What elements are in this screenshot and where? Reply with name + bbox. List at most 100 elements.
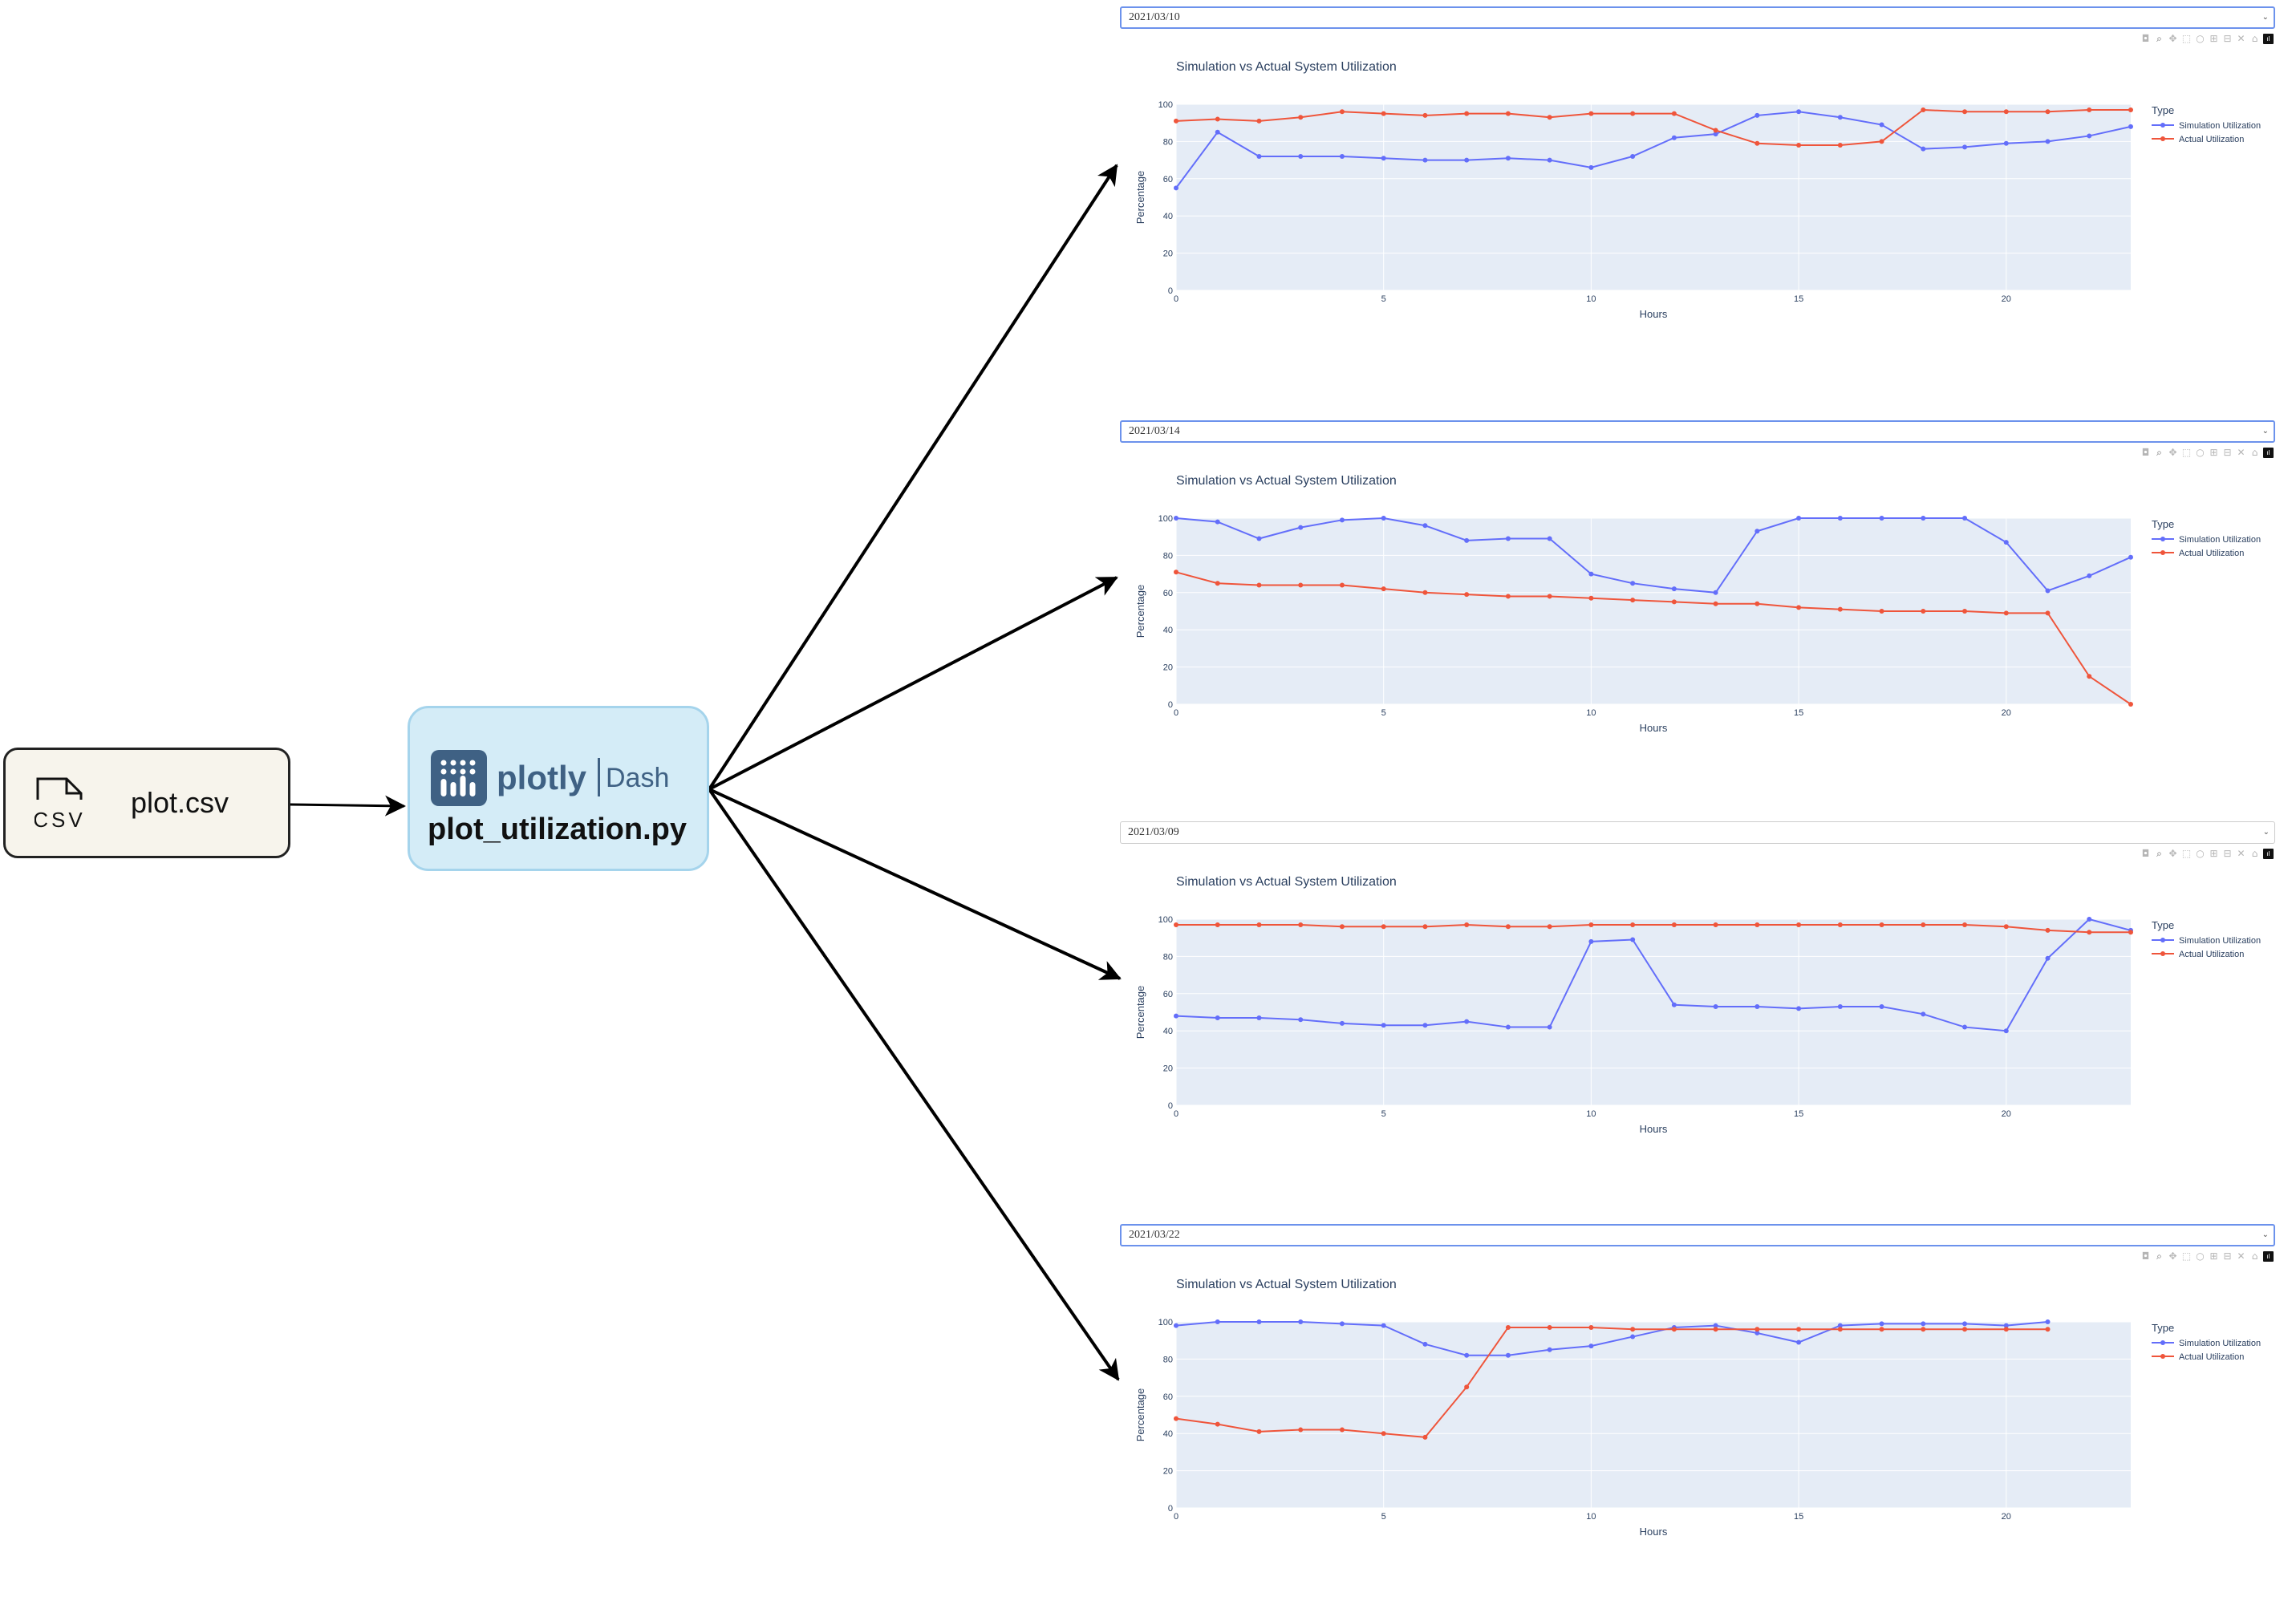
- plotly-logo-icon[interactable]: ıl: [2263, 34, 2274, 44]
- reset-axes-icon[interactable]: ⌂: [2249, 849, 2260, 859]
- data-point: [1256, 1319, 1262, 1324]
- zoom-out-icon[interactable]: ⊟: [2222, 34, 2233, 44]
- arrow-to-chart-4: [708, 788, 1120, 1381]
- data-point: [1796, 109, 1802, 115]
- data-point: [2003, 610, 2009, 616]
- x-tick-label: 20: [2002, 1109, 2011, 1119]
- legend-item-label[interactable]: Simulation Utilization: [2179, 121, 2261, 131]
- zoom-out-icon[interactable]: ⊟: [2222, 1251, 2233, 1262]
- y-tick-label: 40: [1163, 1429, 1173, 1439]
- data-point: [2045, 955, 2051, 961]
- data-point: [2087, 674, 2092, 679]
- data-point: [1547, 1024, 1552, 1030]
- zoom-in-icon[interactable]: ⊞: [2209, 448, 2219, 458]
- box-select-icon[interactable]: ⬚: [2181, 1251, 2192, 1262]
- data-point: [1921, 1011, 1926, 1017]
- pan-icon[interactable]: ✥: [2168, 448, 2178, 458]
- x-tick-label: 0: [1174, 1109, 1178, 1119]
- camera-icon[interactable]: ◘: [2140, 1251, 2151, 1262]
- date-dropdown[interactable]: 2021/03/14 ⌄: [1120, 420, 2275, 443]
- data-point: [1671, 1002, 1677, 1007]
- reset-axes-icon[interactable]: ⌂: [2249, 1251, 2260, 1262]
- legend-item-label[interactable]: Simulation Utilization: [2179, 936, 2261, 946]
- box-select-icon[interactable]: ⬚: [2181, 849, 2192, 859]
- autoscale-icon[interactable]: ✕: [2236, 849, 2246, 859]
- data-point: [1381, 924, 1386, 930]
- zoom-icon[interactable]: ⌕: [2154, 849, 2164, 859]
- box-select-icon[interactable]: ⬚: [2181, 34, 2192, 44]
- legend-item-label[interactable]: Actual Utilization: [2179, 135, 2244, 144]
- data-point: [1464, 922, 1470, 927]
- data-point: [1215, 1421, 1220, 1427]
- x-tick-label: 0: [1174, 294, 1178, 304]
- data-point: [1547, 924, 1552, 930]
- data-point: [1339, 1321, 1345, 1327]
- zoom-in-icon[interactable]: ⊞: [2209, 849, 2219, 859]
- x-tick-label: 20: [2002, 1512, 2011, 1522]
- data-point: [1422, 1434, 1428, 1440]
- lasso-icon[interactable]: ○: [2195, 849, 2205, 859]
- date-dropdown[interactable]: 2021/03/10 ⌄: [1120, 6, 2275, 29]
- zoom-out-icon[interactable]: ⊟: [2222, 448, 2233, 458]
- x-tick-label: 15: [1794, 1512, 1803, 1522]
- plotly-logo-icon[interactable]: ıl: [2263, 448, 2274, 458]
- data-point: [1464, 157, 1470, 163]
- zoom-icon[interactable]: ⌕: [2154, 448, 2164, 458]
- plotly-logo-icon[interactable]: ıl: [2263, 1251, 2274, 1262]
- camera-icon[interactable]: ◘: [2140, 849, 2151, 859]
- data-point: [1879, 609, 1884, 614]
- plot-area: [1176, 919, 2131, 1105]
- data-point: [2045, 139, 2051, 144]
- data-point: [1256, 582, 1262, 588]
- data-point: [2128, 107, 2133, 112]
- reset-axes-icon[interactable]: ⌂: [2249, 448, 2260, 458]
- legend-item-label[interactable]: Actual Utilization: [2179, 1352, 2244, 1362]
- box-select-icon[interactable]: ⬚: [2181, 448, 2192, 458]
- lasso-icon[interactable]: ○: [2195, 34, 2205, 44]
- autoscale-icon[interactable]: ✕: [2236, 34, 2246, 44]
- x-tick-label: 0: [1174, 708, 1178, 718]
- data-point: [1422, 157, 1428, 163]
- legend-item-label[interactable]: Actual Utilization: [2179, 549, 2244, 558]
- data-point: [1921, 922, 1926, 927]
- plotly-logo-icon[interactable]: ıl: [2263, 849, 2274, 859]
- legend-item-label[interactable]: Simulation Utilization: [2179, 1339, 2261, 1348]
- pan-icon[interactable]: ✥: [2168, 849, 2178, 859]
- date-dropdown[interactable]: 2021/03/22 ⌄: [1120, 1224, 2275, 1246]
- lasso-icon[interactable]: ○: [2195, 448, 2205, 458]
- plot-area: [1176, 518, 2131, 704]
- camera-icon[interactable]: ◘: [2140, 448, 2151, 458]
- data-point: [1339, 517, 1345, 523]
- autoscale-icon[interactable]: ✕: [2236, 1251, 2246, 1262]
- lasso-icon[interactable]: ○: [2195, 1251, 2205, 1262]
- data-point: [1962, 1024, 1968, 1030]
- zoom-in-icon[interactable]: ⊞: [2209, 34, 2219, 44]
- data-point: [1298, 1319, 1304, 1324]
- legend-item-label[interactable]: Actual Utilization: [2179, 950, 2244, 959]
- legend-marker: [2160, 1354, 2165, 1359]
- zoom-in-icon[interactable]: ⊞: [2209, 1251, 2219, 1262]
- legend-item-label[interactable]: Simulation Utilization: [2179, 535, 2261, 545]
- autoscale-icon[interactable]: ✕: [2236, 448, 2246, 458]
- data-point: [1796, 605, 1802, 610]
- data-point: [1962, 1321, 1968, 1327]
- zoom-icon[interactable]: ⌕: [2154, 1251, 2164, 1262]
- y-tick-label: 60: [1163, 589, 1173, 598]
- data-point: [1879, 1327, 1884, 1332]
- zoom-icon[interactable]: ⌕: [2154, 34, 2164, 44]
- data-point: [1837, 143, 1843, 148]
- pan-icon[interactable]: ✥: [2168, 1251, 2178, 1262]
- zoom-out-icon[interactable]: ⊟: [2222, 849, 2233, 859]
- camera-icon[interactable]: ◘: [2140, 34, 2151, 44]
- y-tick-label: 0: [1168, 700, 1173, 710]
- reset-axes-icon[interactable]: ⌂: [2249, 34, 2260, 44]
- y-tick-label: 100: [1158, 514, 1173, 524]
- data-point: [1547, 1347, 1552, 1352]
- data-point: [1754, 112, 1760, 118]
- data-point: [1381, 586, 1386, 592]
- pan-icon[interactable]: ✥: [2168, 34, 2178, 44]
- data-point: [2087, 133, 2092, 139]
- date-dropdown[interactable]: 2021/03/09 ⌄: [1120, 821, 2275, 844]
- y-tick-label: 60: [1163, 990, 1173, 999]
- arrow-to-chart-3: [708, 788, 1122, 980]
